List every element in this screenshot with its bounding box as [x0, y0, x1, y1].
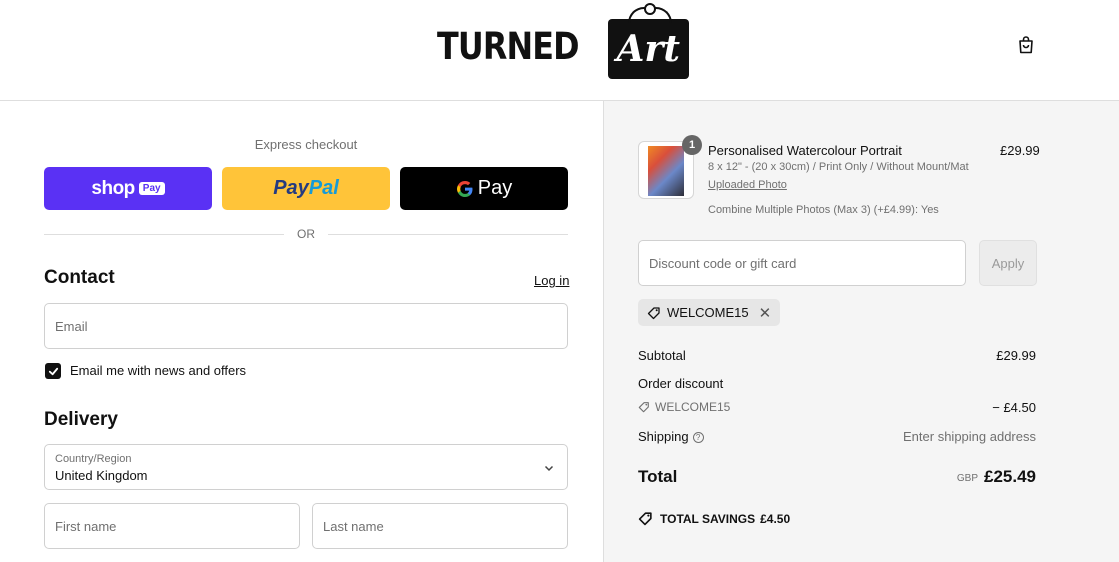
site-header: TURNED Art — [0, 0, 1119, 101]
google-g-icon — [456, 180, 473, 197]
or-divider: OR — [44, 226, 568, 242]
checkmark-icon — [48, 367, 58, 375]
discount-placeholder: Discount code or gift card — [649, 256, 797, 271]
total-value: £25.49 — [984, 467, 1036, 486]
country-value: United Kingdom — [55, 468, 148, 483]
uploaded-photo-link[interactable]: Uploaded Photo — [708, 179, 787, 191]
product-variant: 8 x 12" - (20 x 30cm) / Print Only / Wit… — [708, 161, 969, 173]
product-price: £29.99 — [1000, 143, 1040, 158]
applied-discount-tag: WELCOME15 ✕ — [638, 299, 781, 326]
first-name-placeholder: First name — [55, 519, 117, 534]
newsletter-checkbox[interactable] — [45, 363, 61, 379]
subtotal-value: £29.99 — [996, 348, 1036, 363]
chevron-down-icon — [544, 465, 554, 472]
paypal-wordmark-part1: Pay — [273, 177, 309, 199]
paypal-button[interactable]: Pay Pal — [222, 167, 390, 210]
product-option: Combine Multiple Photos (Max 3) (+£4.99)… — [708, 204, 939, 216]
help-icon[interactable]: ? — [692, 432, 704, 443]
google-pay-label: Pay — [477, 177, 513, 199]
country-label: Country/Region — [55, 453, 132, 465]
total-savings-row: TOTAL SAVINGS £4.50 — [638, 511, 790, 526]
contact-heading: Contact — [44, 267, 115, 288]
shipping-label: Shipping — [638, 429, 689, 444]
shipping-value: Enter shipping address — [903, 429, 1036, 444]
last-name-placeholder: Last name — [323, 519, 384, 534]
discount-value: − £4.50 — [992, 400, 1036, 415]
express-checkout-title: Express checkout — [254, 137, 358, 152]
remove-discount-icon[interactable]: ✕ — [759, 304, 772, 322]
apply-button[interactable]: Apply — [979, 240, 1037, 286]
shopping-bag-icon[interactable] — [1016, 35, 1036, 55]
shop-pay-button[interactable]: shop Pay — [44, 167, 212, 210]
paypal-wordmark-part2: Pal — [308, 177, 339, 199]
country-select[interactable]: Country/Region United Kingdom — [44, 444, 568, 490]
savings-value: £4.50 — [760, 511, 791, 526]
email-placeholder: Email — [55, 319, 88, 334]
google-pay-button[interactable]: Pay — [400, 167, 568, 210]
shipping-label-row: Shipping? — [638, 429, 704, 444]
currency-code: GBP — [956, 473, 978, 484]
newsletter-label: Email me with news and offers — [70, 363, 247, 378]
total-label: Total — [638, 467, 678, 486]
applied-code-label: WELCOME15 — [667, 305, 749, 320]
discount-code-label: WELCOME15 — [655, 400, 731, 414]
product-image — [648, 146, 684, 196]
discount-code-row: WELCOME15 — [638, 400, 730, 414]
tag-icon — [638, 512, 652, 526]
tag-icon — [647, 306, 660, 319]
logo-script-text: Art — [616, 28, 680, 70]
logo-art-frame: Art — [607, 3, 689, 79]
order-discount-label: Order discount — [638, 376, 724, 391]
delivery-heading: Delivery — [44, 409, 118, 430]
product-name: Personalised Watercolour Portrait — [708, 143, 902, 158]
subtotal-label: Subtotal — [638, 348, 686, 363]
savings-label: TOTAL SAVINGS — [660, 511, 756, 526]
shop-pay-badge: Pay — [138, 182, 165, 195]
log-in-link[interactable]: Log in — [534, 273, 569, 288]
last-name-field[interactable]: Last name — [312, 503, 568, 549]
first-name-field[interactable]: First name — [44, 503, 300, 549]
logo-wordmark: TURNED — [437, 24, 580, 68]
quantity-badge: 1 — [682, 135, 702, 155]
turned-art-logo[interactable]: TURNED Art — [437, 3, 689, 82]
checkout-form-panel: Express checkout shop Pay Pay Pal Pay OR … — [0, 101, 603, 562]
shop-pay-wordmark: shop — [91, 177, 135, 199]
discount-code-field[interactable]: Discount code or gift card — [638, 240, 966, 286]
or-label: OR — [297, 227, 315, 241]
email-field[interactable]: Email — [44, 303, 568, 349]
tag-icon — [638, 402, 649, 413]
order-summary-panel: 1 Personalised Watercolour Portrait 8 x … — [603, 101, 1119, 562]
